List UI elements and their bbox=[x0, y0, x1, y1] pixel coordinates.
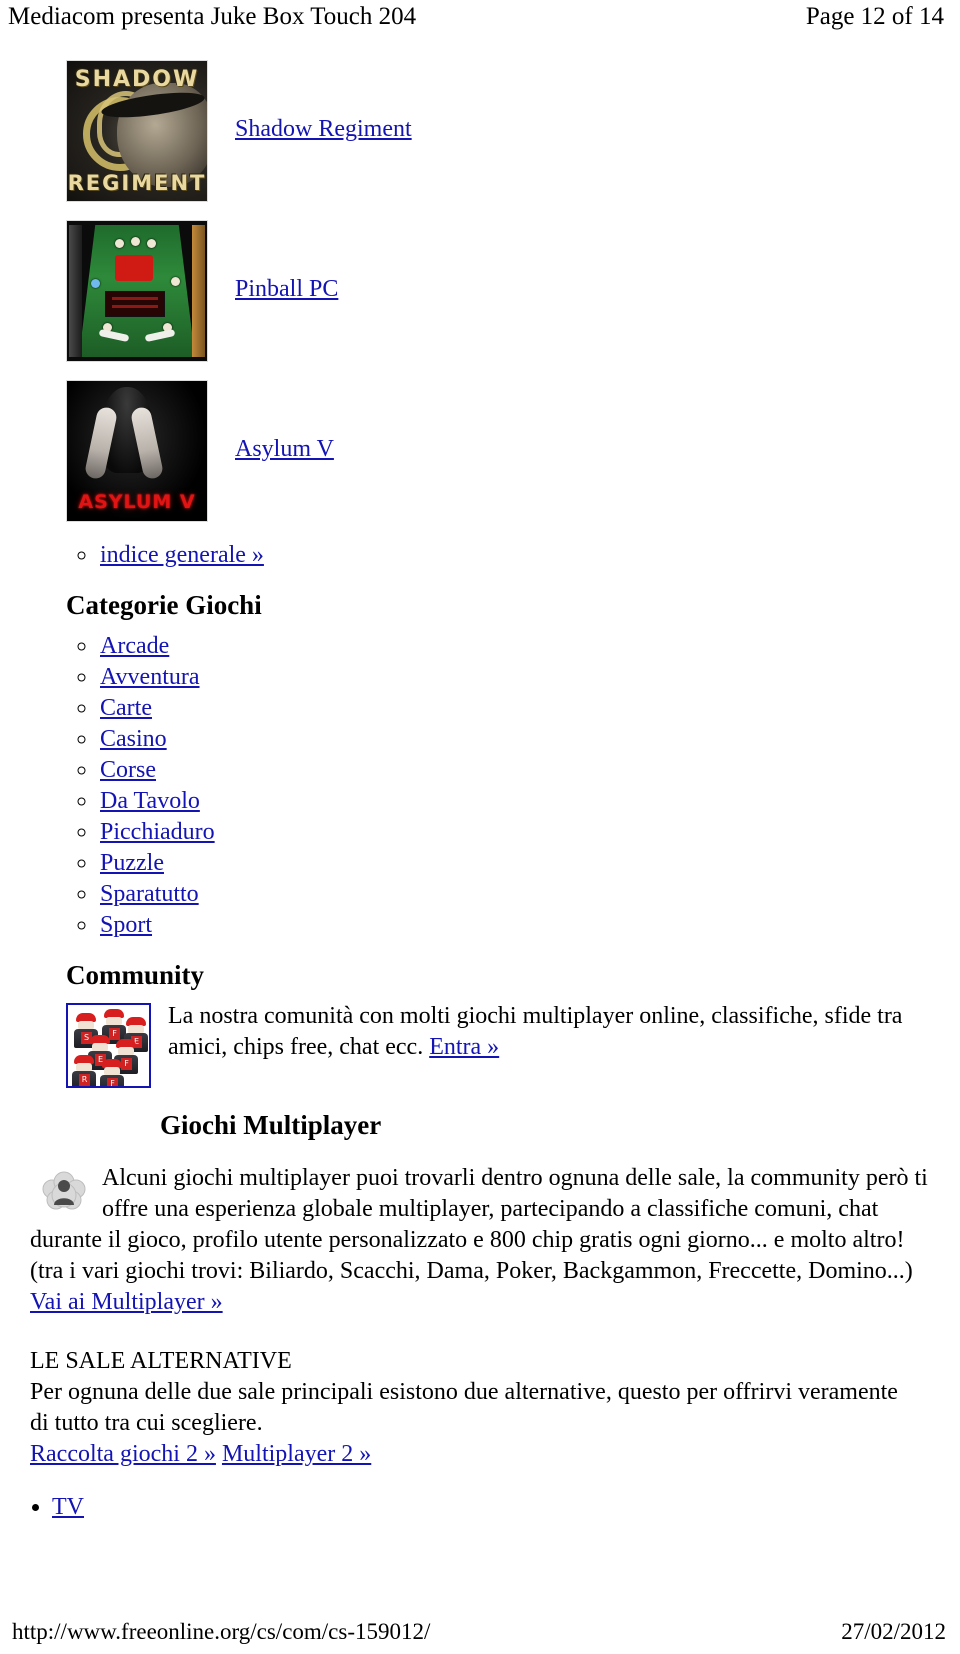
category-link-avventura[interactable]: Avventura bbox=[100, 664, 200, 690]
game-label: Asylum V bbox=[235, 434, 334, 464]
header-title: Mediacom presenta Juke Box Touch 204 bbox=[8, 3, 417, 30]
categories-list: Arcade Avventura Carte Casino Corse Da T… bbox=[30, 631, 938, 941]
community-description: La nostra comunità con molti giochi mult… bbox=[168, 1001, 938, 1063]
multiplayer-line-1: Alcuni giochi multiplayer puoi trovarli … bbox=[102, 1165, 928, 1191]
multiplayer-paragraph-rest: durante il gioco, profilo utente persona… bbox=[30, 1225, 938, 1287]
category-link-carte[interactable]: Carte bbox=[100, 695, 152, 721]
community-crowd-thumbnail[interactable]: S F E E F R F bbox=[66, 1003, 151, 1088]
page-footer: http://www.freeonline.org/cs/com/cs-1590… bbox=[0, 1618, 960, 1646]
section-heading-categorie-giochi: Categorie Giochi bbox=[66, 590, 262, 620]
shadow-regiment-thumbnail[interactable]: SHADOW REGIMENT bbox=[66, 60, 208, 202]
alternatives-heading: LE SALE ALTERNATIVE bbox=[30, 1348, 292, 1374]
category-link-casino[interactable]: Casino bbox=[100, 726, 167, 752]
list-item: Arcade bbox=[98, 631, 938, 662]
community-text: La nostra comunità con molti giochi mult… bbox=[168, 1003, 903, 1060]
pinball-pc-thumbnail[interactable] bbox=[66, 220, 208, 362]
link-vai-ai-multiplayer[interactable]: Vai ai Multiplayer » bbox=[30, 1289, 223, 1315]
asylum-v-art: ASYLUM V bbox=[67, 381, 207, 521]
multiplayer-paragraph-indented: Alcuni giochi multiplayer puoi trovarli … bbox=[30, 1163, 938, 1225]
category-link-picchiaduro[interactable]: Picchiaduro bbox=[100, 819, 215, 845]
pinball-bumper bbox=[131, 237, 140, 246]
pinball-bumper bbox=[171, 277, 180, 286]
multiplayer-line-4: (tra i vari giochi trovi: Biliardo, Scac… bbox=[30, 1258, 913, 1284]
list-item: Picchiaduro bbox=[98, 817, 938, 848]
link-multiplayer-2[interactable]: Multiplayer 2 » bbox=[222, 1441, 371, 1467]
list-item: Da Tavolo bbox=[98, 786, 938, 817]
list-item: Corse bbox=[98, 755, 938, 786]
category-link-sport[interactable]: Sport bbox=[100, 912, 152, 938]
list-item: Sport bbox=[98, 910, 938, 941]
category-link-corse[interactable]: Corse bbox=[100, 757, 156, 783]
alternatives-line-2: di tutto tra cui scegliere. bbox=[30, 1410, 263, 1436]
pinball-bumper bbox=[147, 239, 156, 248]
footer-url: http://www.freeonline.org/cs/com/cs-1590… bbox=[12, 1619, 431, 1644]
pinball-red-target bbox=[115, 255, 153, 281]
crowd-figure: R bbox=[72, 1055, 96, 1086]
pinball-rail-left bbox=[69, 225, 82, 357]
multiplayer-line-2: offre una esperienza globale multiplayer… bbox=[102, 1196, 879, 1222]
category-link-sparatutto[interactable]: Sparatutto bbox=[100, 881, 199, 907]
user-avatar-icon bbox=[38, 1167, 90, 1213]
list-item: Casino bbox=[98, 724, 938, 755]
game-link-asylum-v[interactable]: Asylum V bbox=[235, 436, 334, 462]
list-item: indice generale » bbox=[98, 540, 938, 571]
section-heading-giochi-multiplayer: Giochi Multiplayer bbox=[160, 1110, 382, 1140]
community-block: S F E E F R F La nostra comunità con mol… bbox=[30, 1001, 938, 1101]
pinball-bumper bbox=[115, 239, 124, 248]
index-link-list: indice generale » bbox=[30, 540, 938, 571]
art-word-bottom: REGIMENT bbox=[67, 171, 207, 195]
game-item-shadow-regiment: SHADOW REGIMENT Shadow Regiment bbox=[30, 60, 938, 220]
art-title: ASYLUM V bbox=[78, 491, 196, 513]
list-item: Carte bbox=[98, 693, 938, 724]
asylum-v-thumbnail[interactable]: ASYLUM V bbox=[66, 380, 208, 522]
game-link-shadow-regiment[interactable]: Shadow Regiment bbox=[235, 116, 412, 142]
game-item-asylum-v: ASYLUM V Asylum V bbox=[30, 380, 938, 540]
list-item: Puzzle bbox=[98, 848, 938, 879]
list-item: Avventura bbox=[98, 662, 938, 693]
page-header: Mediacom presenta Juke Box Touch 204 Pag… bbox=[0, 0, 960, 34]
crowd-figure: F bbox=[100, 1059, 124, 1086]
community-crowd-art: S F E E F R F bbox=[68, 1005, 149, 1086]
category-link-puzzle[interactable]: Puzzle bbox=[100, 850, 164, 876]
link-raccolta-giochi-2[interactable]: Raccolta giochi 2 » bbox=[30, 1441, 216, 1467]
game-item-pinball-pc: Pinball PC bbox=[30, 220, 938, 380]
pinball-pc-art bbox=[67, 221, 207, 361]
game-label: Shadow Regiment bbox=[235, 114, 412, 144]
category-link-arcade[interactable]: Arcade bbox=[100, 633, 169, 659]
link-entra[interactable]: Entra » bbox=[429, 1034, 499, 1060]
footer-date: 27/02/2012 bbox=[841, 1619, 946, 1644]
category-link-da-tavolo[interactable]: Da Tavolo bbox=[100, 788, 200, 814]
page-content: SHADOW REGIMENT Shadow Regiment Pinball … bbox=[0, 60, 960, 1523]
pinball-rail-right bbox=[192, 225, 205, 357]
game-link-pinball-pc[interactable]: Pinball PC bbox=[235, 276, 338, 302]
game-label: Pinball PC bbox=[235, 274, 338, 304]
multiplayer-block: Alcuni giochi multiplayer puoi trovarli … bbox=[30, 1163, 938, 1318]
multiplayer-link-line: Vai ai Multiplayer » bbox=[30, 1287, 938, 1318]
alternatives-line-1: Per ognuna delle due sale principali esi… bbox=[30, 1379, 898, 1405]
list-item: Sparatutto bbox=[98, 879, 938, 910]
section-heading-community: Community bbox=[66, 960, 205, 990]
alternatives-block: LE SALE ALTERNATIVE Per ognuna delle due… bbox=[30, 1346, 938, 1470]
tv-list: TV bbox=[30, 1492, 938, 1523]
pinball-display bbox=[105, 291, 165, 317]
link-tv[interactable]: TV bbox=[52, 1494, 84, 1520]
art-word-top: SHADOW bbox=[74, 67, 200, 92]
header-page-number: Page 12 of 14 bbox=[805, 3, 944, 30]
alternatives-links: Raccolta giochi 2 » Multiplayer 2 » bbox=[30, 1439, 938, 1470]
pinball-ball bbox=[91, 279, 100, 288]
list-item: TV bbox=[52, 1492, 938, 1523]
shadow-regiment-art: SHADOW REGIMENT bbox=[67, 61, 207, 201]
link-indice-generale[interactable]: indice generale » bbox=[100, 542, 264, 568]
multiplayer-line-3: durante il gioco, profilo utente persona… bbox=[30, 1227, 905, 1253]
